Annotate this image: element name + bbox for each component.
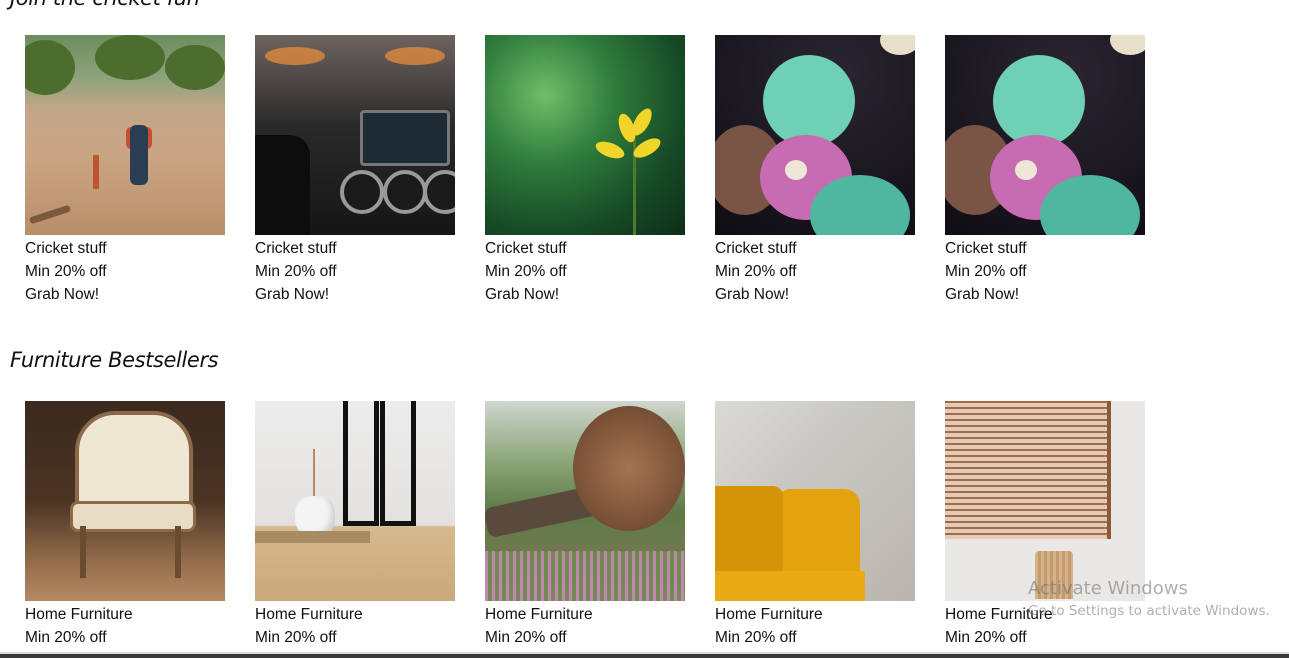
section-title-furniture: Furniture Bestsellers [10,348,219,372]
product-row-cricket: Cricket stuff Min 20% off Grab Now! Cric… [25,35,1155,305]
yellow-flower-image[interactable] [485,35,685,235]
product-offer: Min 20% off [25,263,107,280]
product-card[interactable]: Cricket stuff Min 20% off Grab Now! [945,35,1145,306]
product-card[interactable]: Cricket stuff Min 20% off Grab Now! [485,35,685,306]
vintage-armchair-image[interactable] [25,401,225,601]
tree-log-image[interactable] [485,401,685,601]
product-name: Home Furniture [25,606,133,623]
product-card[interactable]: Home Furniture Min 20% off Grab Now! [255,401,455,658]
product-offer: Min 20% off [715,263,797,280]
section-title-cricket: Join the cricket fun [10,0,200,10]
product-card[interactable]: Cricket stuff Min 20% off Grab Now! [255,35,455,306]
product-card[interactable]: Home Furniture Min 20% off Grab Now! [715,401,915,658]
yellow-sofa-image[interactable] [715,401,915,601]
window-blinds-image[interactable] [945,401,1145,601]
car-dashboard-image[interactable] [255,35,455,235]
product-offer: Min 20% off [255,263,337,280]
product-card[interactable]: Home Furniture Min 20% off Grab Now! [25,401,225,658]
product-offer: Min 20% off [715,629,797,646]
grab-now-link[interactable]: Grab Now! [715,283,915,306]
product-name: Home Furniture [255,606,363,623]
product-row-furniture: Home Furniture Min 20% off Grab Now! Hom… [25,401,1155,658]
cricket-field-image[interactable] [25,35,225,235]
product-card[interactable]: Home Furniture Min 20% off Grab Now! [485,401,685,658]
grab-now-link[interactable]: Grab Now! [25,283,225,306]
vase-on-table-image[interactable] [255,401,455,601]
product-card[interactable]: Cricket stuff Min 20% off Grab Now! [25,35,225,306]
product-name: Cricket stuff [255,240,337,257]
product-offer: Min 20% off [485,263,567,280]
product-card[interactable]: Cricket stuff Min 20% off Grab Now! [715,35,915,306]
product-name: Home Furniture [945,606,1053,623]
macarons-image[interactable] [715,35,915,235]
product-offer: Min 20% off [945,263,1027,280]
grab-now-link[interactable]: Grab Now! [945,283,1145,306]
grab-now-link[interactable]: Grab Now! [485,283,685,306]
taskbar-edge-dark [0,654,1289,658]
product-offer: Min 20% off [25,629,107,646]
macarons-image[interactable] [945,35,1145,235]
product-name: Cricket stuff [485,240,567,257]
grab-now-link[interactable]: Grab Now! [255,283,455,306]
product-name: Home Furniture [715,606,823,623]
product-name: Cricket stuff [945,240,1027,257]
product-name: Home Furniture [485,606,593,623]
product-name: Cricket stuff [25,240,107,257]
product-name: Cricket stuff [715,240,797,257]
product-offer: Min 20% off [255,629,337,646]
product-offer: Min 20% off [945,629,1027,646]
product-offer: Min 20% off [485,629,567,646]
product-card[interactable]: Home Furniture Min 20% off Grab Now! [945,401,1145,658]
